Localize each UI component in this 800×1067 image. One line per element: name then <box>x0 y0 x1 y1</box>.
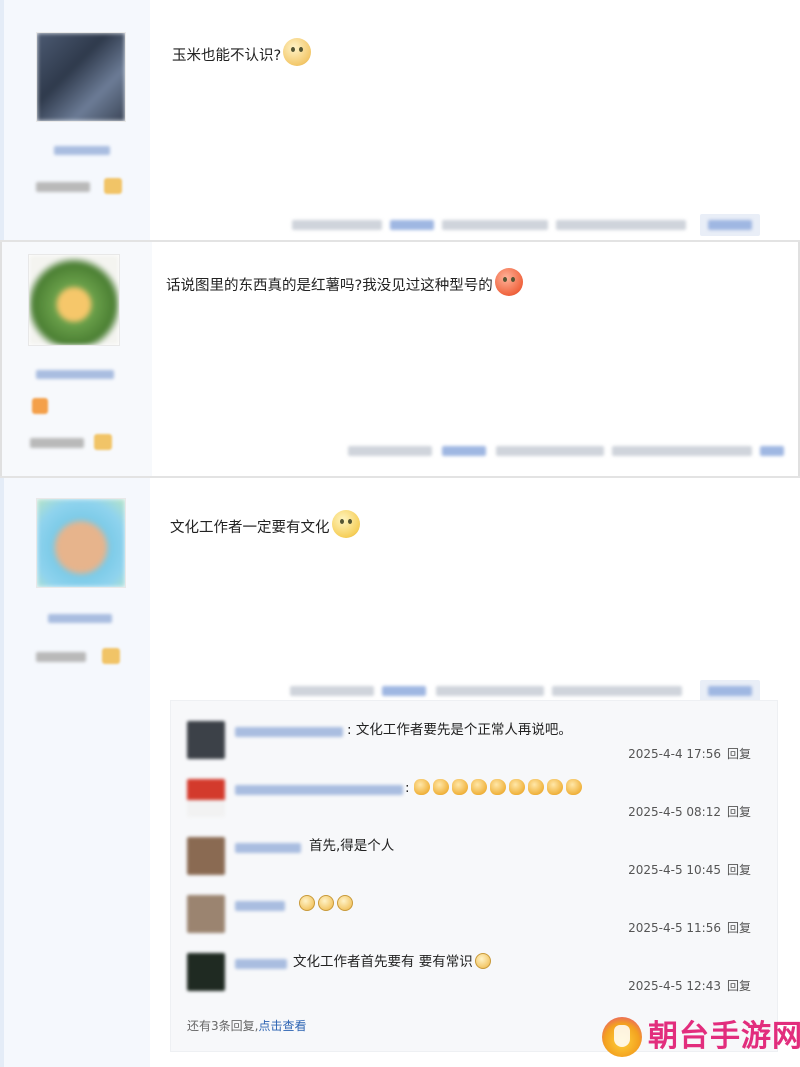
author-panel <box>2 242 152 476</box>
reply-item: 2025-4-5 11:56 回复 <box>187 891 767 947</box>
reply-username[interactable] <box>235 959 287 969</box>
more-replies: 还有3条回复,点击查看 <box>187 1019 307 1033</box>
reply-button[interactable] <box>700 214 760 236</box>
reply-button[interactable] <box>760 446 784 456</box>
view-more-link[interactable]: 点击查看 <box>258 1019 306 1033</box>
reply-username[interactable] <box>235 785 403 795</box>
reply-action[interactable]: 回复 <box>727 747 751 761</box>
post-text: 玉米也能不认识? <box>172 48 282 64</box>
reply-meta: 2025-4-5 11:56 回复 <box>628 919 751 936</box>
author-panel <box>0 478 150 1067</box>
reply-item: : 2025-4-5 08:12 回复 <box>187 775 767 831</box>
watermark: 朝台手游网 <box>602 1015 800 1059</box>
avatar[interactable] <box>187 895 225 933</box>
user-level <box>36 652 86 662</box>
hand-logo-icon <box>602 1017 642 1057</box>
username[interactable] <box>36 370 114 379</box>
reply-item: 首先,得是个人 2025-4-5 10:45 回复 <box>187 833 767 889</box>
user-level <box>36 182 90 192</box>
avatar[interactable] <box>36 32 126 122</box>
reply-time: 2025-4-5 11:56 <box>628 921 721 935</box>
reply-action[interactable]: 回复 <box>727 979 751 993</box>
fire-icon <box>32 398 48 414</box>
reply-action[interactable]: 回复 <box>727 863 751 877</box>
reply-meta: 2025-4-4 17:56 回复 <box>628 745 751 762</box>
reply-link[interactable] <box>390 220 434 230</box>
avatar[interactable] <box>36 498 126 588</box>
reply-username[interactable] <box>235 901 285 911</box>
angry-red-face-icon <box>494 268 523 296</box>
author-panel <box>0 0 150 240</box>
reply-time: 2025-4-5 10:45 <box>628 863 721 877</box>
reply-action[interactable]: 回复 <box>727 805 751 819</box>
reply-action[interactable]: 回复 <box>727 921 751 935</box>
smile-face-icon <box>474 953 491 969</box>
watermark-text: 朝台手游网 <box>648 1019 800 1054</box>
smile-face-icon <box>331 510 360 538</box>
reply-meta: 2025-4-5 08:12 回复 <box>628 803 751 820</box>
crying-face-icon <box>299 895 356 912</box>
post-content: 文化工作者一定要有文化 <box>170 510 360 539</box>
reply-username[interactable] <box>235 843 301 853</box>
grimace-face-icon <box>283 38 312 66</box>
reply-meta: 2025-4-5 12:43 回复 <box>628 977 751 994</box>
username[interactable] <box>48 614 112 623</box>
post-content: 玉米也能不认识? <box>172 38 312 67</box>
avatar[interactable] <box>187 953 225 991</box>
avatar[interactable] <box>28 254 120 346</box>
reply-meta: 2025-4-5 10:45 回复 <box>628 861 751 878</box>
badge-icon <box>102 648 120 664</box>
user-level <box>30 438 84 448</box>
post-text: 文化工作者一定要有文化 <box>170 520 330 536</box>
reply-time: 2025-4-4 17:56 <box>628 747 721 761</box>
username[interactable] <box>54 146 110 155</box>
reply-button[interactable] <box>700 680 760 702</box>
post-2: 话说图里的东西真的是红薯吗?我没见过这种型号的 <box>0 242 800 476</box>
post-1: 玉米也能不认识? <box>0 0 800 240</box>
reply-text: : <box>405 777 585 799</box>
reply-username[interactable] <box>235 727 343 737</box>
reply-time: 2025-4-5 12:43 <box>628 979 721 993</box>
reply-link[interactable] <box>442 446 486 456</box>
reply-link[interactable] <box>382 686 426 696</box>
reply-item: : 文化工作者要先是个正常人再说吧。 2025-4-4 17:56 回复 <box>187 717 767 773</box>
badge-icon <box>94 434 112 450</box>
reply-time: 2025-4-5 08:12 <box>628 805 721 819</box>
waving-hand-icon <box>413 779 585 796</box>
badge-icon <box>104 178 122 194</box>
post-text: 话说图里的东西真的是红薯吗?我没见过这种型号的 <box>166 278 493 294</box>
reply-item: 文化工作者首先要有 要有常识 2025-4-5 12:43 回复 <box>187 949 767 1005</box>
reply-text: : 文化工作者要先是个正常人再说吧。 <box>347 722 572 738</box>
reply-text: 首先,得是个人 <box>309 838 395 854</box>
reply-text <box>299 893 356 915</box>
avatar[interactable] <box>187 837 225 875</box>
reply-list: : 文化工作者要先是个正常人再说吧。 2025-4-4 17:56 回复 : 20… <box>170 700 778 1052</box>
post-content: 话说图里的东西真的是红薯吗?我没见过这种型号的 <box>166 268 523 297</box>
avatar[interactable] <box>187 721 225 759</box>
reply-text: 文化工作者首先要有 要有常识 <box>293 951 494 973</box>
avatar[interactable] <box>187 779 225 817</box>
